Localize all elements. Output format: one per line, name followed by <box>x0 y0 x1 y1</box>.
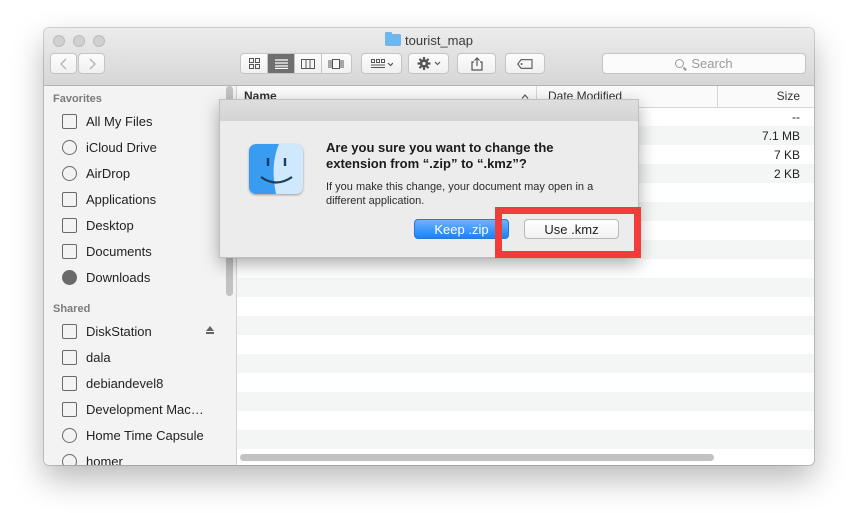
search-placeholder: Search <box>691 56 733 71</box>
empty-row <box>237 373 814 392</box>
all-files-icon <box>62 113 77 129</box>
sidebar-item-documents[interactable]: Documents <box>62 240 222 262</box>
sidebar-item-downloads[interactable]: Downloads <box>62 266 222 288</box>
sidebar-item-label: All My Files <box>86 113 153 129</box>
file-size: 7.1 MB <box>761 129 800 143</box>
monitor-icon <box>62 349 77 365</box>
sidebar-item-label: Downloads <box>86 269 151 285</box>
documents-icon <box>62 243 77 259</box>
sidebar-item-label: iCloud Drive <box>86 139 157 155</box>
empty-row <box>237 297 814 316</box>
sidebar-item-label: debiandevel8 <box>86 375 164 391</box>
sidebar-item-label: DiskStation <box>86 323 152 339</box>
file-size: 2 KB <box>773 167 800 181</box>
sidebar-item-label: Home Time Capsule <box>86 427 204 443</box>
arrange-icon <box>370 58 393 68</box>
list-view-icon <box>274 58 288 69</box>
dialog-message: If you make this change, your document m… <box>326 181 594 207</box>
chevron-right-icon <box>88 57 96 70</box>
desktop-icon <box>62 217 77 233</box>
sidebar-item-label: AirDrop <box>86 165 131 181</box>
sidebar-item-airdrop[interactable]: AirDrop <box>62 162 222 184</box>
horizontal-scrollbar[interactable] <box>240 454 714 461</box>
eject-icon[interactable] <box>206 326 214 334</box>
list-view-button[interactable] <box>268 54 295 73</box>
view-mode-control <box>240 53 352 74</box>
column-divider[interactable] <box>717 86 718 107</box>
coverflow-view-icon <box>328 58 343 69</box>
applications-icon <box>62 191 77 207</box>
search-icon <box>675 59 685 68</box>
monitor-icon <box>62 401 77 417</box>
coverflow-view-button[interactable] <box>322 54 349 73</box>
search-field[interactable]: Search <box>602 53 806 74</box>
action-button[interactable] <box>408 53 449 74</box>
arrange-button[interactable] <box>361 53 402 74</box>
share-button[interactable] <box>457 53 496 74</box>
rename-extension-dialog: Are you sure you want to change the exte… <box>219 99 639 258</box>
empty-row <box>237 335 814 354</box>
time-capsule-icon <box>62 427 77 443</box>
share-icon <box>470 56 483 71</box>
monitor-icon <box>62 375 77 391</box>
keep-zip-button[interactable]: Keep .zip <box>414 219 509 239</box>
empty-row <box>237 392 814 411</box>
chevron-left-icon <box>59 57 67 70</box>
downloads-icon <box>62 269 77 285</box>
dialog-title: Are you sure you want to change the exte… <box>326 140 554 171</box>
sidebar-item-dala[interactable]: dala <box>62 346 222 368</box>
sidebar-item-home-time-capsule[interactable]: Home Time Capsule <box>62 424 222 446</box>
tag-button[interactable] <box>505 53 545 74</box>
finder-icon <box>249 144 303 194</box>
window-title: tourist_map <box>44 32 814 50</box>
forward-button[interactable] <box>78 53 105 74</box>
sidebar-item-label: Applications <box>86 191 157 207</box>
empty-row <box>237 354 814 373</box>
empty-row <box>237 430 814 449</box>
empty-row <box>237 411 814 430</box>
favorites-heading: Favorites <box>53 93 102 105</box>
sidebar-item-label: dala <box>86 349 111 365</box>
tag-icon <box>517 58 533 69</box>
gear-icon <box>417 57 440 70</box>
empty-row <box>237 316 814 335</box>
titlebar: tourist_map Search <box>44 28 814 86</box>
sidebar-item-label: Development Mac… <box>86 401 204 417</box>
column-view-button[interactable] <box>295 54 322 73</box>
folder-icon <box>385 32 402 46</box>
sidebar-item-development-mac[interactable]: Development Mac… <box>62 398 222 420</box>
dialog-header-strip <box>220 100 638 121</box>
sidebar-item-all-my-files[interactable]: All My Files <box>62 110 222 132</box>
sidebar-item-diskstation[interactable]: DiskStation <box>62 320 222 342</box>
airdrop-icon <box>62 165 77 181</box>
empty-row <box>237 278 814 297</box>
sidebar: Favorites All My Files iCloud Drive AirD… <box>44 86 237 465</box>
back-button[interactable] <box>50 53 77 74</box>
time-capsule-icon <box>62 453 77 465</box>
cloud-icon <box>62 139 77 155</box>
sidebar-item-debiandevel8[interactable]: debiandevel8 <box>62 372 222 394</box>
shared-heading: Shared <box>53 303 91 315</box>
server-icon <box>62 323 77 339</box>
column-view-icon <box>301 58 315 69</box>
window-title-text: tourist_map <box>405 33 473 48</box>
empty-row <box>237 259 814 278</box>
sidebar-item-applications[interactable]: Applications <box>62 188 222 210</box>
finder-face-icon <box>249 144 303 194</box>
sidebar-item-label: Desktop <box>86 217 134 233</box>
sidebar-item-label: homer <box>86 453 123 466</box>
sidebar-item-label: Documents <box>86 243 152 259</box>
sidebar-item-desktop[interactable]: Desktop <box>62 214 222 236</box>
sidebar-item-homer[interactable]: homer <box>62 450 222 465</box>
sidebar-item-icloud-drive[interactable]: iCloud Drive <box>62 136 222 158</box>
icon-view-button[interactable] <box>241 54 268 73</box>
use-kmz-button[interactable]: Use .kmz <box>524 219 619 239</box>
icon-view-icon <box>248 58 260 69</box>
file-size: -- <box>792 110 800 124</box>
column-size-header[interactable]: Size <box>777 89 800 103</box>
file-size: 7 KB <box>773 148 800 162</box>
